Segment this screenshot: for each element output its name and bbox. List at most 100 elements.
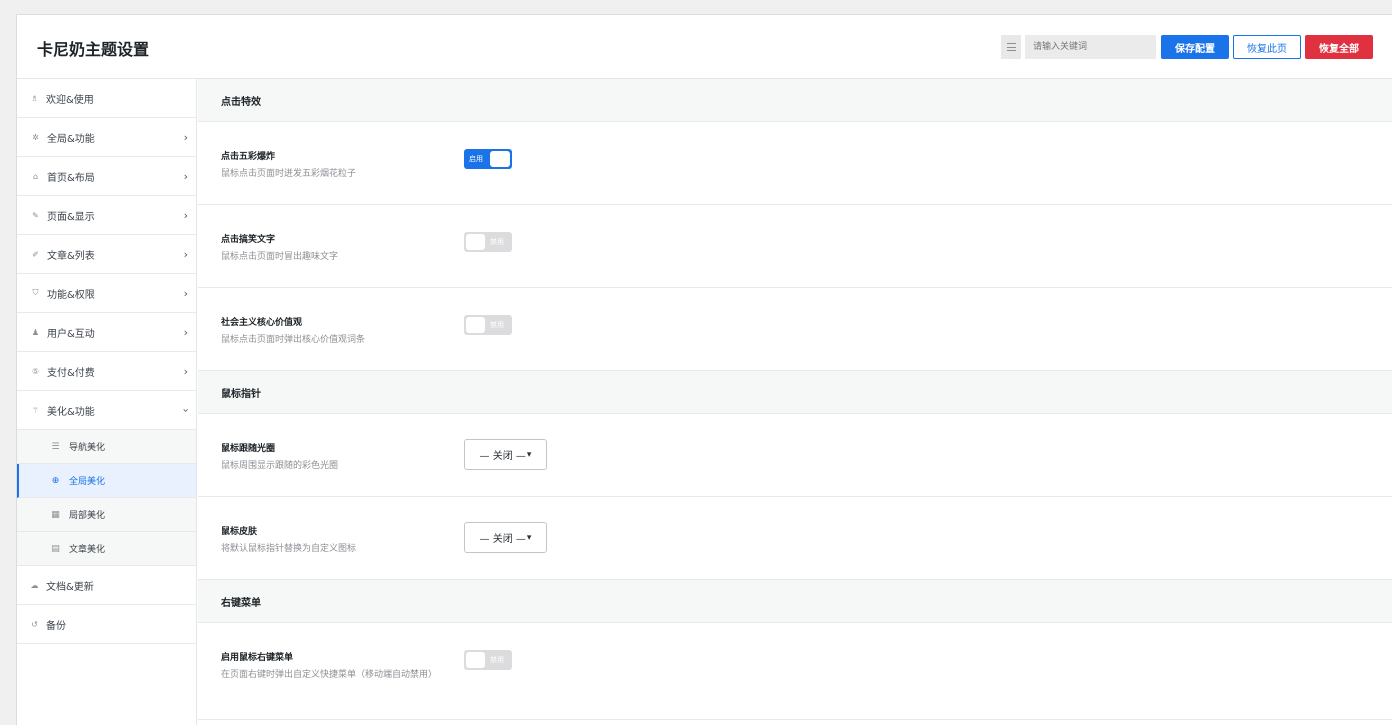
setting-row: 启用鼠标右键菜单 在页面右键时弹出自定义快捷菜单（移动端自动禁用） 禁用	[198, 623, 1392, 720]
page-title: 卡尼奶主题设置	[37, 40, 150, 59]
sidebar-subitem-label: 文章美化	[69, 545, 106, 555]
restore-page-button[interactable]: 恢复此页	[1233, 35, 1301, 59]
setting-row: 点击搞笑文字 鼠标点击页面时冒出趣味文字 禁用	[198, 205, 1392, 288]
sidebar-subitem-partial-beautify[interactable]: ▦ 局部美化	[17, 498, 196, 532]
cursor-halo-select[interactable]: — 关闭 — ▾	[464, 439, 547, 470]
setting-label: 点击搞笑文字	[221, 235, 276, 245]
toggle-switch[interactable]: 禁用	[464, 650, 512, 670]
toolbar: 保存配置 恢复此页 恢复全部	[1001, 35, 1373, 59]
sidebar-item-label: 文档&更新	[46, 581, 94, 593]
home-icon: ⌂	[32, 171, 39, 181]
sidebar-item-permission[interactable]: ⛉ 功能&权限 ›	[17, 274, 196, 313]
select-value: — 关闭 —	[479, 451, 526, 462]
search-input[interactable]	[1025, 35, 1156, 59]
sidebar-item-page[interactable]: ✎ 页面&显示 ›	[17, 196, 196, 235]
sidebar-item-label: 全局&功能	[47, 133, 95, 145]
thumbtack-icon: ✐	[32, 249, 39, 259]
setting-row: 鼠标跟随光圈 鼠标周围显示跟随的彩色光圈 — 关闭 — ▾	[198, 414, 1392, 497]
user-icon: ♟	[31, 327, 40, 337]
setting-label: 点击五彩爆炸	[221, 152, 276, 162]
select-value: — 关闭 —	[479, 534, 526, 545]
toggle-knob	[490, 151, 510, 167]
sidebar-item-home[interactable]: ⌂ 首页&布局 ›	[17, 157, 196, 196]
sidebar-item-label: 支付&付费	[47, 367, 95, 379]
chevron-down-icon: ›	[179, 408, 193, 413]
setting-description: 将默认鼠标指针替换为自定义图标	[221, 544, 357, 554]
sidebar-item-global[interactable]: ✲ 全局&功能 ›	[17, 118, 196, 157]
history-icon: ↺	[31, 619, 38, 629]
sidebar-subitem-label: 全局美化	[69, 477, 106, 487]
toggle-switch[interactable]: 禁用	[464, 232, 512, 252]
dollar-icon: ⑤	[31, 366, 40, 376]
cloud-icon: ☁	[30, 580, 39, 590]
menu-icon: ☰	[51, 441, 60, 452]
toggle-state: 禁用	[490, 321, 504, 329]
sidebar-subitem-label: 导航美化	[69, 443, 106, 453]
sidebar-item-docs[interactable]: ☁ 文档&更新	[17, 566, 196, 605]
setting-description: 鼠标点击页面时冒出趣味文字	[221, 252, 339, 262]
chevron-right-icon: ›	[183, 131, 188, 144]
sidebar-item-welcome[interactable]: ♗ 欢迎&使用	[17, 79, 196, 118]
sidebar-item-label: 美化&功能	[47, 406, 95, 418]
save-button[interactable]: 保存配置	[1161, 35, 1229, 59]
main-content: 点击特效 点击五彩爆炸 鼠标点击页面时迸发五彩烟花粒子 启用 点击搞笑文字 鼠标…	[198, 79, 1392, 725]
file-icon: ▤	[51, 543, 60, 554]
setting-row: 点击五彩爆炸 鼠标点击页面时迸发五彩烟花粒子 启用	[198, 122, 1392, 205]
header: 卡尼奶主题设置 保存配置 恢复此页 恢复全部	[17, 15, 1392, 79]
magic-wand-icon: ⚚	[31, 405, 40, 415]
globe-icon: ⊕	[51, 475, 60, 486]
chevron-right-icon: ›	[183, 365, 188, 378]
sidebar-item-label: 欢迎&使用	[46, 94, 94, 106]
shield-icon: ⛉	[32, 288, 39, 297]
toggle-state: 启用	[469, 155, 483, 163]
sidebar-item-label: 用户&互动	[47, 328, 95, 340]
setting-description: 鼠标周围显示跟随的彩色光圈	[221, 461, 339, 471]
sidebar-item-label: 备份	[46, 620, 66, 632]
sidebar-item-label: 页面&显示	[47, 211, 95, 223]
sidebar-item-payment[interactable]: ⑤ 支付&付费 ›	[17, 352, 196, 391]
toggle-state: 禁用	[490, 656, 504, 664]
setting-description: 鼠标点击页面时迸发五彩烟花粒子	[221, 169, 357, 179]
sidebar-item-article[interactable]: ✐ 文章&列表 ›	[17, 235, 196, 274]
chevron-right-icon: ›	[183, 209, 188, 222]
sidebar-item-label: 功能&权限	[47, 289, 95, 301]
chevron-down-icon: ▾	[526, 532, 532, 543]
toggle-state: 禁用	[490, 238, 504, 246]
setting-description: 鼠标点击页面时弹出核心价值观词条	[221, 335, 366, 345]
sidebar-subitem-article-beautify[interactable]: ▤ 文章美化	[17, 532, 196, 566]
section-title: 右键菜单	[198, 580, 1392, 623]
toggle-switch[interactable]: 启用	[464, 149, 512, 169]
sidebar-subitem-label: 局部美化	[69, 511, 106, 521]
setting-label: 鼠标跟随光圈	[221, 444, 276, 454]
award-icon: ♗	[30, 93, 39, 103]
settings-panel: 卡尼奶主题设置 保存配置 恢复此页 恢复全部 ♗ 欢迎&使用 ✲ 全局&功能 ›…	[16, 14, 1392, 725]
setting-description: 在页面右键时弹出自定义快捷菜单（移动端自动禁用）	[221, 670, 438, 680]
setting-label: 社会主义核心价值观	[221, 318, 303, 328]
section-title: 点击特效	[198, 79, 1392, 122]
toggle-knob	[466, 234, 485, 250]
search-icon	[1001, 35, 1021, 59]
setting-label: 鼠标皮肤	[221, 527, 258, 537]
chevron-down-icon: ▾	[526, 449, 532, 460]
sidebar-item-beautify[interactable]: ⚚ 美化&功能 ›	[17, 391, 196, 430]
toggle-switch[interactable]: 禁用	[464, 315, 512, 335]
chevron-right-icon: ›	[183, 287, 188, 300]
gear-icon: ✲	[32, 132, 39, 142]
setting-label: 启用鼠标右键菜单	[221, 653, 294, 663]
toggle-knob	[466, 317, 485, 333]
grid-icon: ▦	[51, 509, 60, 520]
section-title: 鼠标指针	[198, 371, 1392, 414]
sidebar-item-label: 首页&布局	[47, 172, 95, 184]
sidebar-item-user[interactable]: ♟ 用户&互动 ›	[17, 313, 196, 352]
sidebar-item-backup[interactable]: ↺ 备份	[17, 605, 196, 644]
setting-row: 社会主义核心价值观 鼠标点击页面时弹出核心价值观词条 禁用	[198, 288, 1392, 371]
sidebar-subitem-global-beautify[interactable]: ⊕ 全局美化	[17, 464, 196, 498]
pin-icon: ✎	[32, 210, 39, 220]
restore-all-button[interactable]: 恢复全部	[1305, 35, 1373, 59]
chevron-right-icon: ›	[183, 170, 188, 183]
setting-row: 鼠标皮肤 将默认鼠标指针替换为自定义图标 — 关闭 — ▾	[198, 497, 1392, 580]
cursor-skin-select[interactable]: — 关闭 — ▾	[464, 522, 547, 553]
sidebar-subitem-nav-beautify[interactable]: ☰ 导航美化	[17, 430, 196, 464]
chevron-right-icon: ›	[183, 326, 188, 339]
sidebar-item-label: 文章&列表	[47, 250, 95, 262]
